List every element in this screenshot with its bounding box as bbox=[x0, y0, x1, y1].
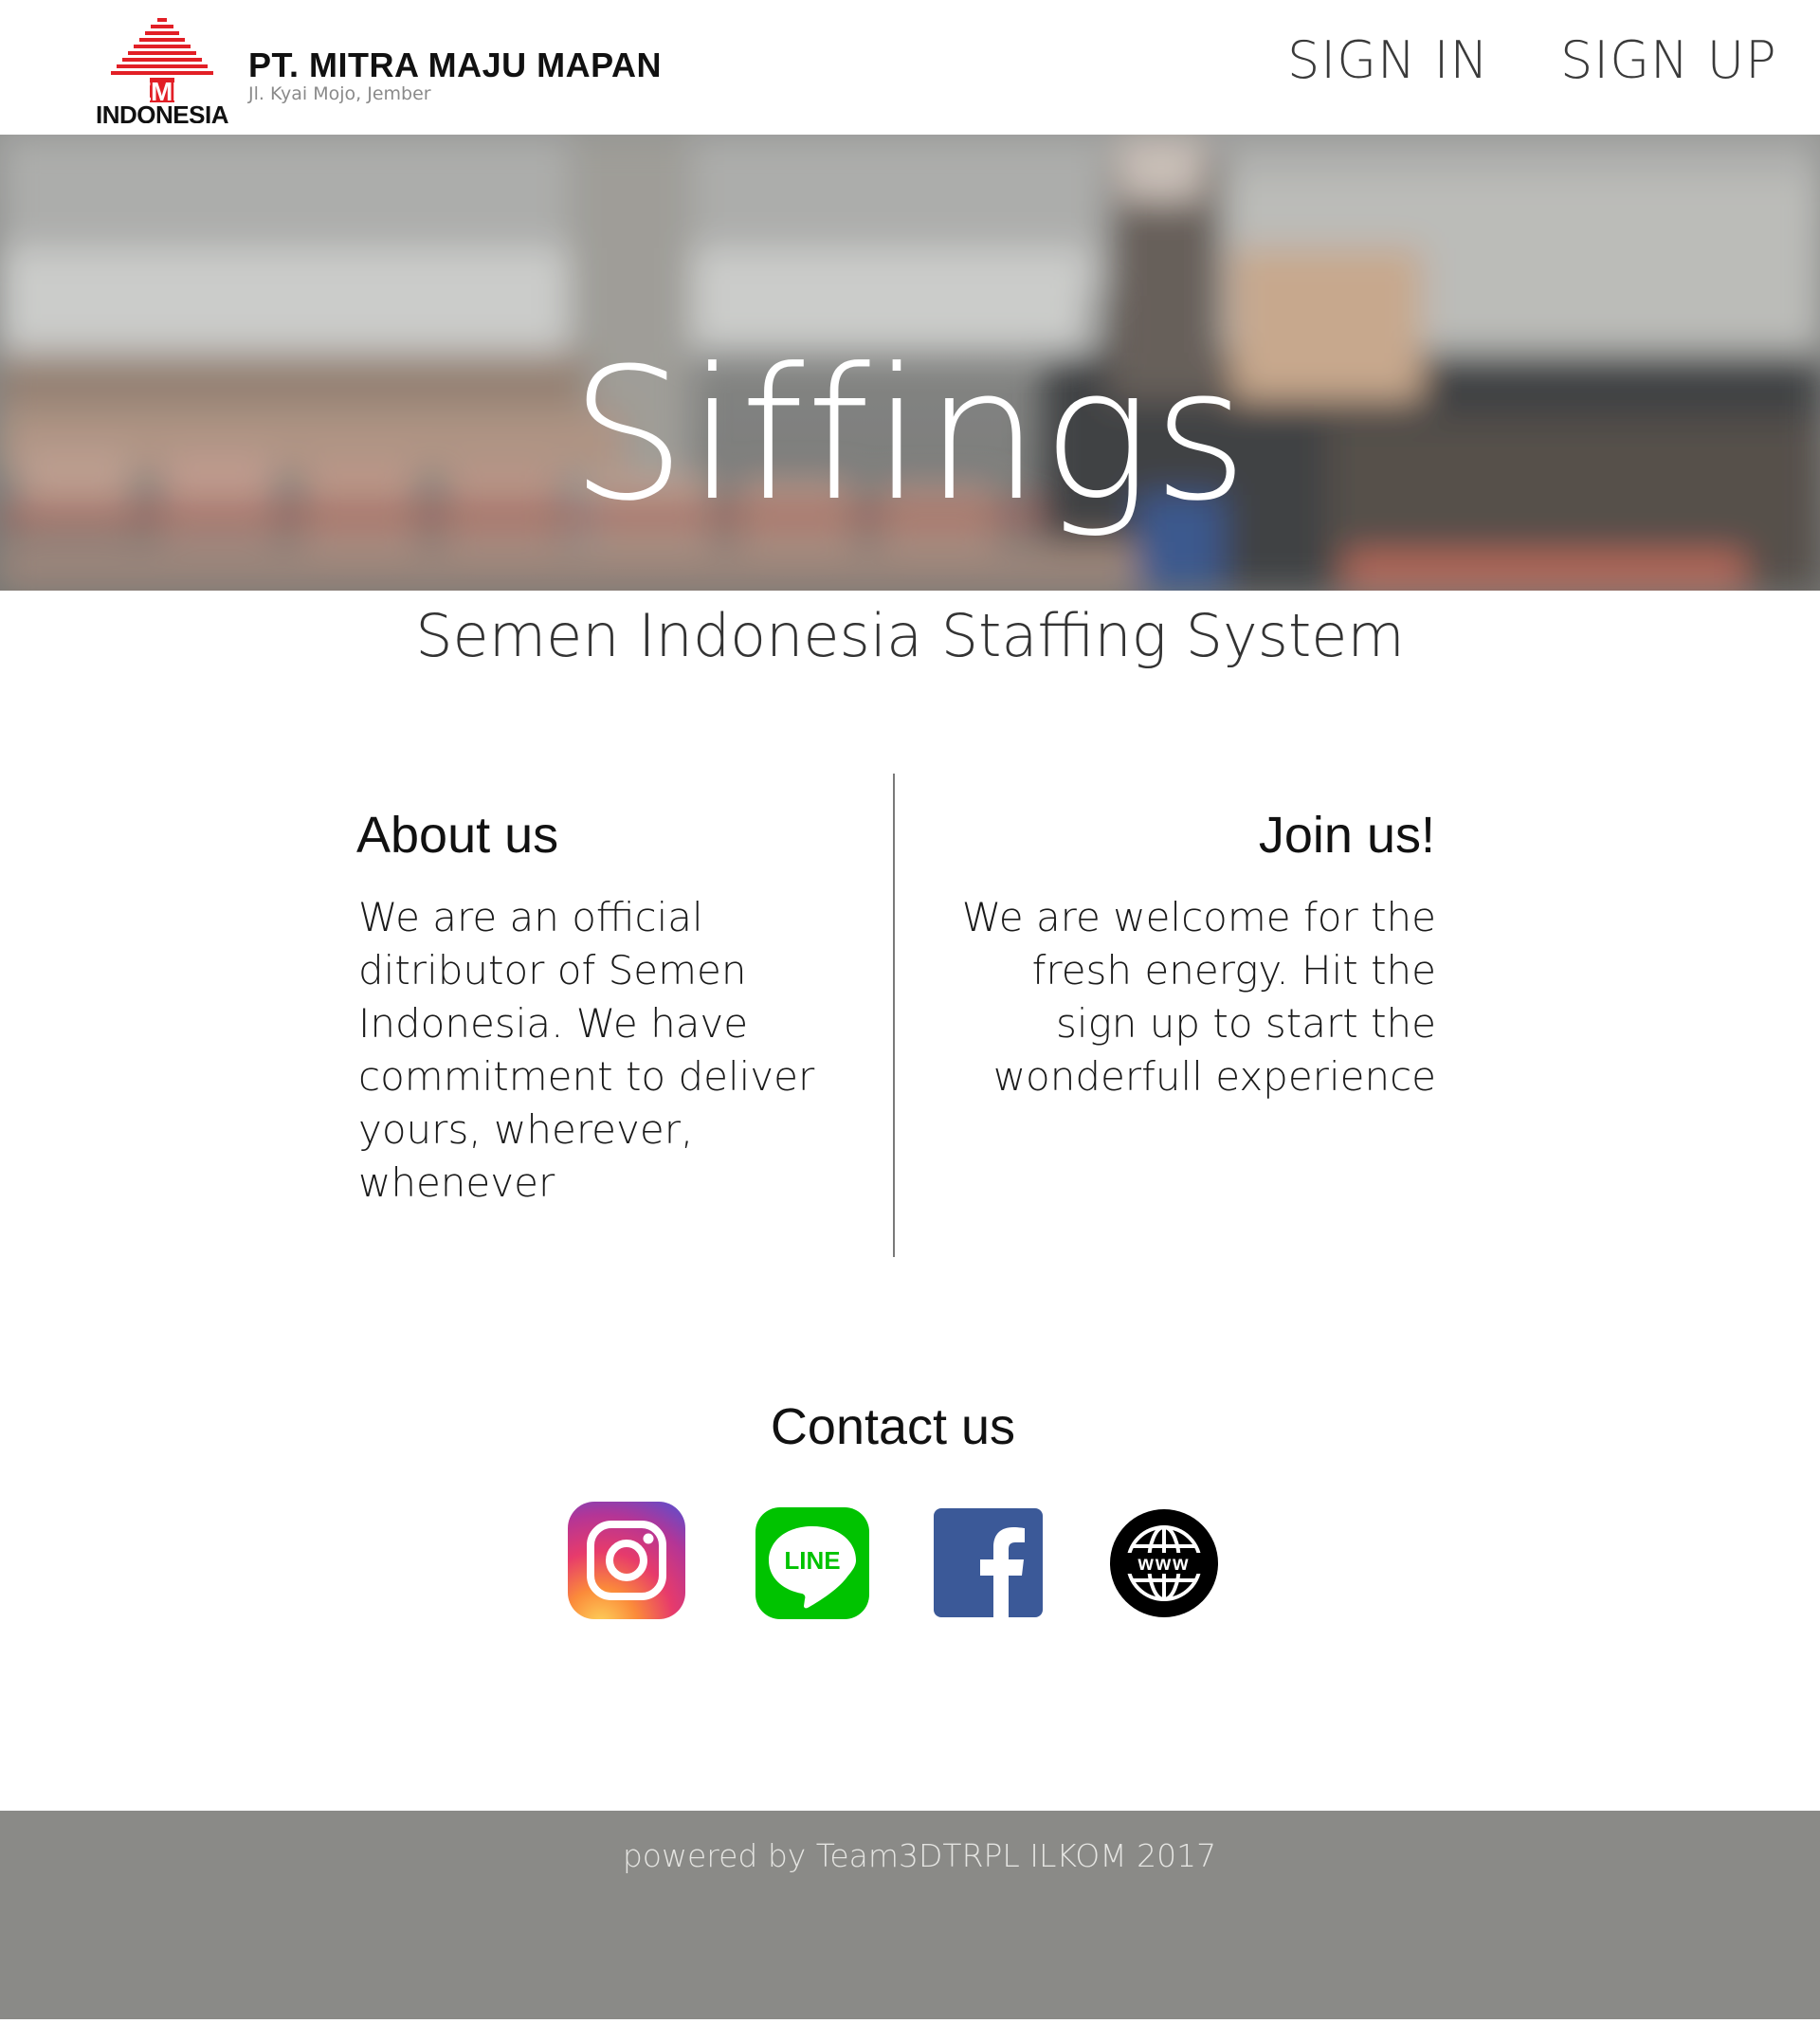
sign-up-button[interactable]: SIGN UP bbox=[1560, 30, 1777, 90]
hero-banner: Siffings bbox=[0, 135, 1820, 591]
line-icon-label: LINE bbox=[784, 1546, 840, 1575]
facebook-icon bbox=[934, 1508, 1043, 1617]
column-divider bbox=[893, 774, 895, 1257]
hero-subtitle: Semen Indonesia Staffing System bbox=[415, 601, 1405, 670]
hero-title: Siffings bbox=[570, 330, 1250, 541]
sign-in-button[interactable]: SIGN IN bbox=[1287, 30, 1489, 90]
logo-graphic: SEMEN INDONESIA bbox=[96, 18, 229, 123]
join-us-text: We are welcome for the fresh energy. Hit… bbox=[961, 894, 1436, 1100]
website-link[interactable]: www bbox=[1109, 1508, 1219, 1618]
site-footer: powered by Team3DTRPL ILKOM 2017 bbox=[0, 1811, 1820, 2019]
about-us-text: We are an official ditributor of Semen I… bbox=[358, 894, 815, 1206]
website-icon: www bbox=[1110, 1509, 1218, 1617]
facebook-link[interactable] bbox=[934, 1508, 1043, 1617]
footer-credit: powered by Team3DTRPL ILKOM 2017 bbox=[622, 1837, 1217, 1874]
join-us-heading: Join us! bbox=[1258, 807, 1435, 864]
contact-us-heading: Contact us bbox=[770, 1398, 1016, 1455]
company-name: PT. MITRA MAJU MAPAN bbox=[248, 46, 662, 84]
line-link[interactable]: LINE bbox=[755, 1507, 869, 1619]
instagram-icon bbox=[568, 1502, 685, 1619]
website-icon-label: www bbox=[1137, 1553, 1190, 1575]
instagram-link[interactable] bbox=[568, 1502, 685, 1619]
site-header: SEMEN INDONESIA PT. MITRA MAJU MAPAN Jl.… bbox=[0, 0, 1820, 135]
logo-text-line2: INDONESIA bbox=[96, 100, 229, 123]
about-us-heading: About us bbox=[356, 807, 559, 864]
semen-indonesia-logo[interactable]: SEMEN INDONESIA bbox=[91, 17, 233, 123]
line-icon: LINE bbox=[755, 1507, 869, 1619]
company-address: Jl. Kyai Mojo, Jember bbox=[248, 83, 431, 104]
